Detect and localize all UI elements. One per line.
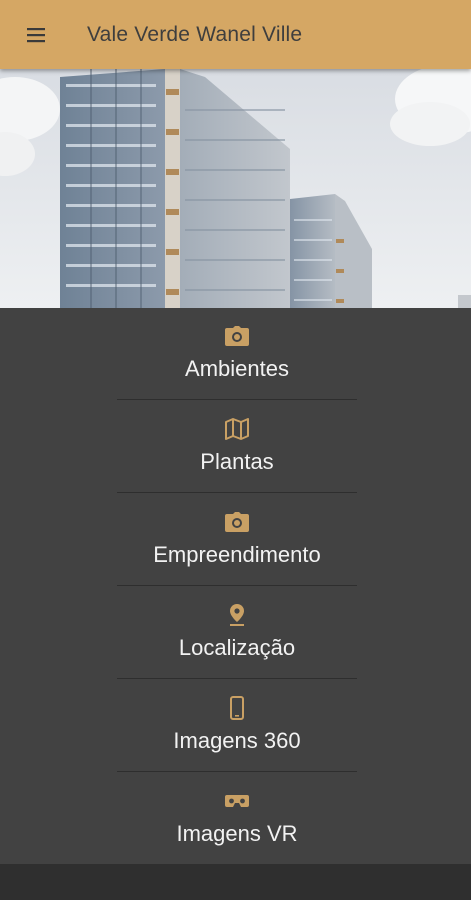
divider — [117, 492, 357, 493]
menu-item-label: Empreendimento — [153, 542, 321, 567]
menu-item-label: Imagens VR — [176, 821, 298, 846]
hamburger-menu-icon — [27, 27, 45, 42]
menu-item-empreendimento[interactable]: Empreendimento — [117, 494, 357, 587]
menu-button[interactable] — [0, 0, 72, 69]
app-bar: Vale Verde Wanel Ville — [0, 0, 471, 69]
menu-item-label: Localização — [178, 635, 296, 660]
menu-item-label: Plantas — [200, 449, 274, 474]
camera-icon — [225, 512, 249, 532]
app-title: Vale Verde Wanel Ville — [87, 22, 303, 46]
map-icon — [225, 418, 249, 440]
menu-item-plantas[interactable]: Plantas — [117, 401, 357, 494]
menu-item-imagens-vr[interactable]: Imagens VR — [117, 773, 357, 866]
divider — [117, 678, 357, 679]
menu-item-ambientes[interactable]: Ambientes — [117, 308, 357, 401]
hero-building-image — [0, 69, 471, 308]
camera-icon — [225, 326, 249, 346]
menu-item-label: Imagens 360 — [173, 728, 301, 753]
menu-item-localizacao[interactable]: Localização — [117, 587, 357, 680]
navigation-menu: Ambientes Plantas Empreendimento Localiz… — [0, 308, 471, 864]
menu-item-label: Ambientes — [185, 356, 289, 381]
vr-headset-icon — [225, 795, 249, 807]
menu-item-imagens-360[interactable]: Imagens 360 — [117, 680, 357, 773]
divider — [117, 399, 357, 400]
bottom-strip — [0, 864, 471, 900]
divider — [117, 585, 357, 586]
smartphone-icon — [230, 696, 244, 720]
location-pin-icon — [230, 604, 244, 626]
divider — [117, 771, 357, 772]
